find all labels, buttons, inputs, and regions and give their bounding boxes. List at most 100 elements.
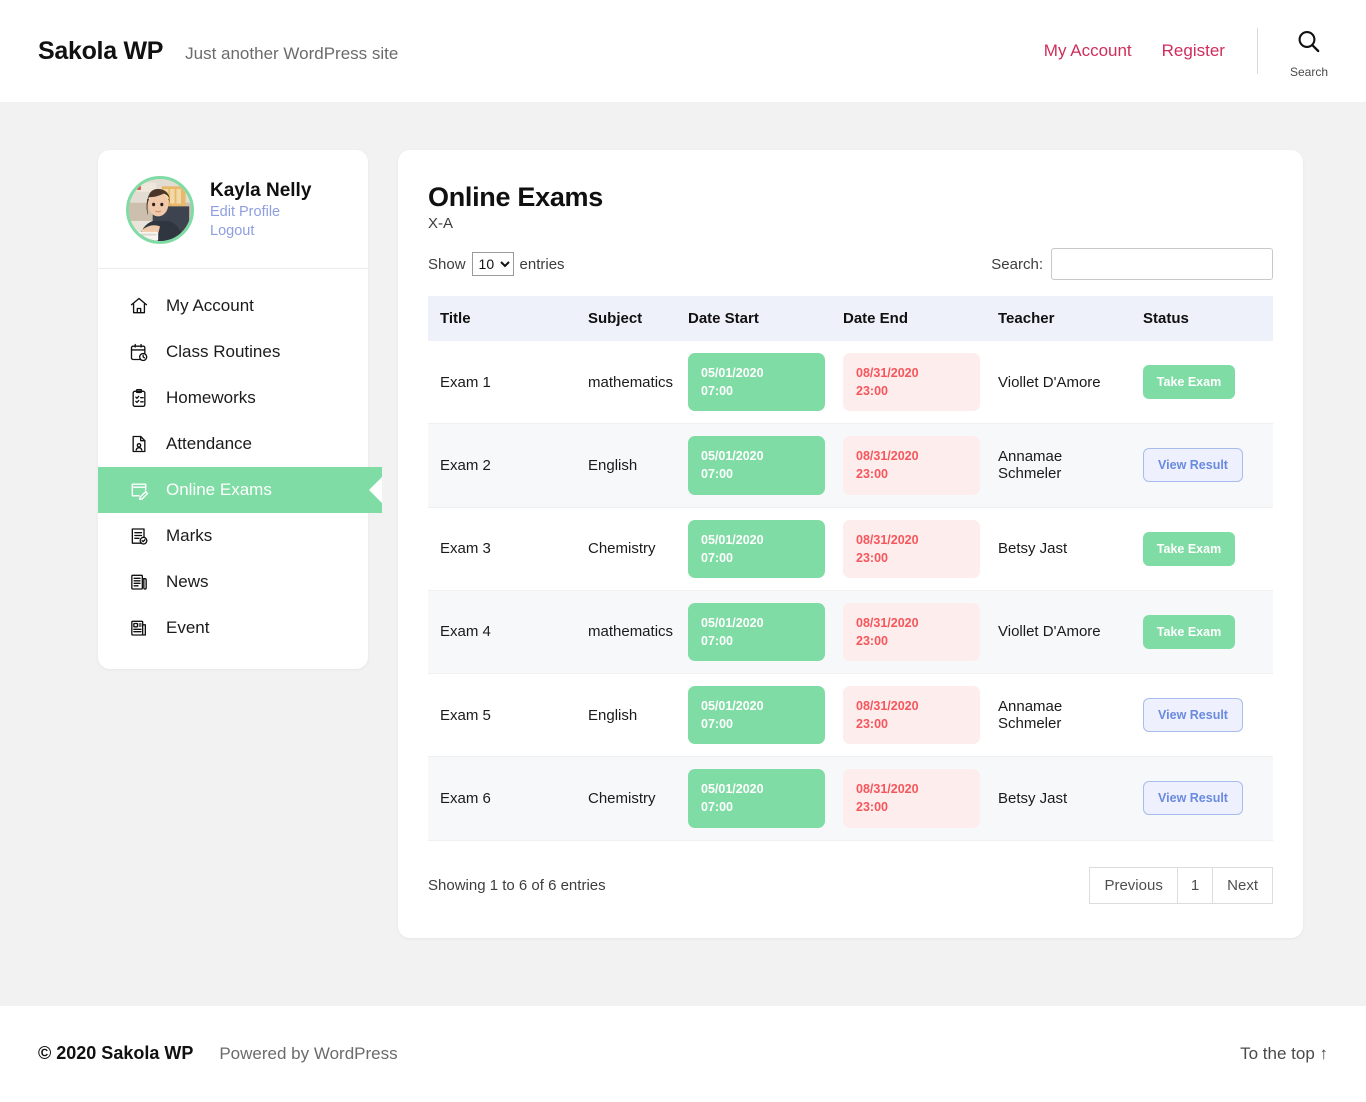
take-exam-button[interactable]: Take Exam [1143,365,1235,400]
cell-title: Exam 5 [428,673,578,758]
powered-by-link[interactable]: Powered by WordPress [219,1044,397,1064]
date-start-date: 05/01/2020 [701,782,764,797]
view-result-button[interactable]: View Result [1143,781,1243,816]
search-label: Search [1289,65,1328,79]
date-end-date: 08/31/2020 [856,782,919,797]
to-the-top-link[interactable]: To the top ↑ [1240,1044,1328,1064]
view-result-button[interactable]: View Result [1143,448,1243,483]
take-exam-button[interactable]: Take Exam [1143,531,1235,566]
profile-name: Kayla Nelly [210,179,312,201]
sidebar-item-homeworks[interactable]: Homeworks [98,375,368,421]
logout-link[interactable]: Logout [210,222,311,241]
class-subtitle: X-A [428,215,454,232]
pagination-previous[interactable]: Previous [1089,866,1178,904]
sidebar-item-attendance[interactable]: Attendance [98,421,368,467]
page-length-control: Show 10 entries [428,252,565,276]
cell-teacher: Annamae Schmeler [988,423,1133,508]
pagination-next[interactable]: Next [1212,866,1273,904]
table-row: Exam 5 English 05/01/2020 07:00 08/31/20… [428,673,1273,758]
column-header-status: Status [1133,296,1273,341]
date-end-chip: 08/31/2020 23:00 [843,353,980,412]
date-end-date: 08/31/2020 [856,699,919,713]
date-start-chip: 05/01/2020 07:00 [688,686,825,745]
sidebar-item-marks[interactable]: Marks [98,513,368,559]
sidebar-item-label: Homeworks [166,388,256,407]
cell-date-start: 05/01/2020 07:00 [678,341,833,425]
date-end-date: 08/31/2020 [856,449,919,464]
date-end-time: 23:00 [856,633,888,648]
cell-subject: Chemistry [578,507,678,591]
newspaper-icon [128,571,150,593]
date-start-chip: 05/01/2020 07:00 [688,436,825,495]
table-row: Exam 3 Chemistry 05/01/2020 07:00 08/31/… [428,507,1273,591]
main-card: Online Exams X-A Show 10 entries Search:… [398,150,1303,938]
date-start-time: 07:00 [701,384,733,399]
pagination-page-1[interactable]: 1 [1176,866,1214,904]
cell-date-start: 05/01/2020 07:00 [678,590,833,675]
cell-date-end: 08/31/2020 23:00 [833,756,988,841]
cell-subject: English [578,423,678,508]
document-check-icon [128,525,150,547]
exams-table: Title Subject Date Start Date End Teache… [428,296,1273,841]
header-right: My Account Register Search [1044,23,1328,79]
table-footer: Showing 1 to 6 of 6 entries Previous 1 N… [428,866,1273,904]
date-end-time: 23:00 [856,800,888,815]
cell-date-start: 05/01/2020 07:00 [678,423,833,508]
date-start-date: 05/01/2020 [701,449,764,464]
cell-date-start: 05/01/2020 07:00 [678,507,833,591]
exam-window-icon [128,479,150,501]
column-header-subject: Subject [578,296,678,341]
sidebar-item-class-routines[interactable]: Class Routines [98,329,368,375]
exams-table-body: Exam 1 mathematics 05/01/2020 07:00 08/3… [428,341,1273,841]
table-search-label: Search: [991,255,1043,273]
table-search-input[interactable] [1051,248,1273,280]
entries-suffix-label: entries [519,255,565,273]
footer-copyright: © 2020 Sakola WP [38,1043,194,1063]
sidebar-item-label: Marks [166,526,213,545]
date-end-date: 08/31/2020 [856,532,919,547]
site-footer: © 2020 Sakola WP Powered by WordPress To… [0,1005,1366,1102]
search-toggle[interactable]: Search [1290,23,1328,79]
date-end-chip: 08/31/2020 23:00 [843,602,980,661]
nav-register[interactable]: Register [1162,41,1225,61]
date-end-time: 23:00 [856,550,888,565]
header-divider [1256,28,1258,74]
cell-status: View Result [1133,756,1273,841]
date-start-time: 07:00 [701,550,733,565]
page-title: Online Exams [428,182,603,212]
nav-my-account[interactable]: My Account [1044,41,1132,61]
cell-date-end: 08/31/2020 23:00 [833,423,988,508]
sidebar-item-news[interactable]: News [98,559,368,605]
table-row: Exam 2 English 05/01/2020 07:00 08/31/20… [428,423,1273,508]
date-end-chip: 08/31/2020 23:00 [843,519,980,578]
date-start-chip: 05/01/2020 07:00 [688,353,825,412]
column-header-title: Title [428,296,578,341]
calendar-clock-icon [128,341,150,363]
cell-status: View Result [1133,423,1273,508]
cell-date-start: 05/01/2020 07:00 [678,673,833,758]
date-end-time: 23:00 [856,384,888,399]
table-row: Exam 1 mathematics 05/01/2020 07:00 08/3… [428,341,1273,425]
sidebar-item-label: My Account [166,296,254,315]
edit-profile-link[interactable]: Edit Profile [210,203,311,222]
take-exam-button[interactable]: Take Exam [1143,614,1235,649]
sidebar-item-label: Attendance [166,434,253,453]
profile-block: Kayla Nelly Edit Profile Logout [98,150,368,269]
site-tagline: Just another WordPress site [185,43,399,63]
date-start-date: 05/01/2020 [701,366,764,380]
show-prefix-label: Show [428,255,466,273]
site-title[interactable]: Sakola WP [38,37,163,66]
sidebar-item-event[interactable]: Event [98,605,368,651]
sidebar-item-my-account[interactable]: My Account [98,283,368,329]
cell-status: Take Exam [1133,507,1273,591]
cell-teacher: Viollet D'Amore [988,590,1133,675]
date-start-date: 05/01/2020 [701,699,764,713]
page-length-select[interactable]: 10 [471,252,514,276]
event-board-icon [128,617,150,639]
table-header-row: Title Subject Date Start Date End Teache… [428,296,1273,341]
date-start-chip: 05/01/2020 07:00 [688,769,825,828]
view-result-button[interactable]: View Result [1143,698,1243,733]
cell-date-end: 08/31/2020 23:00 [833,673,988,758]
sidebar-item-online-exams[interactable]: Online Exams [98,467,382,513]
date-start-date: 05/01/2020 [701,532,764,547]
